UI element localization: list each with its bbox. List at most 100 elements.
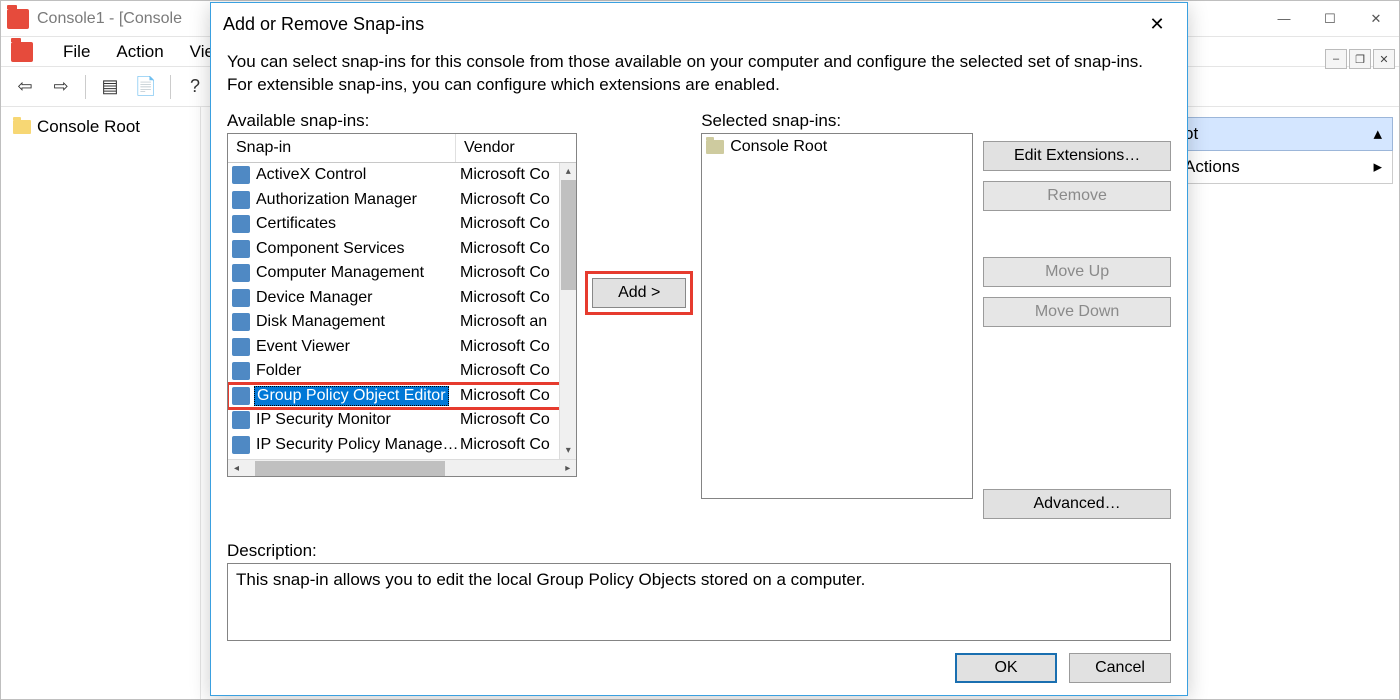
scroll-up-icon[interactable]: ▴ (560, 163, 576, 180)
advanced-button[interactable]: Advanced… (983, 489, 1171, 519)
description-box: This snap-in allows you to edit the loca… (227, 563, 1171, 641)
snapin-name: Certificates (254, 215, 338, 233)
column-snapin[interactable]: Snap-in (228, 134, 456, 162)
menu-action[interactable]: Action (116, 42, 163, 62)
snapin-icon (232, 362, 250, 380)
back-button[interactable]: ⇦ (11, 73, 39, 101)
snapin-row[interactable]: Device ManagerMicrosoft Co (228, 286, 576, 311)
scroll-left-icon[interactable]: ◂ (228, 460, 245, 476)
folder-icon (13, 120, 31, 134)
column-vendor[interactable]: Vendor (456, 134, 576, 162)
scroll-down-icon[interactable]: ▾ (560, 442, 576, 459)
add-button[interactable]: Add > (592, 278, 686, 308)
snapin-row[interactable]: Computer ManagementMicrosoft Co (228, 261, 576, 286)
snapin-row[interactable]: Authorization ManagerMicrosoft Co (228, 188, 576, 213)
mmc-app-icon (7, 9, 29, 29)
description-label: Description: (227, 541, 1171, 561)
parent-title: Console1 - [Console (37, 10, 182, 28)
snapin-name: Event Viewer (254, 338, 352, 356)
help-button[interactable]: ? (181, 73, 209, 101)
snapin-name: Computer Management (254, 264, 426, 282)
snapin-name: Component Services (254, 240, 407, 258)
snapin-icon (232, 264, 250, 282)
scroll-thumb[interactable] (561, 180, 576, 290)
cancel-button[interactable]: Cancel (1069, 653, 1171, 683)
snapin-icon (232, 215, 250, 233)
toolbar-separator (170, 75, 171, 99)
mdi-minimize-button[interactable]: – (1325, 49, 1347, 69)
snapin-row[interactable]: IP Security Policy Manage…Microsoft Co (228, 433, 576, 458)
mdi-window-buttons: – ❐ ✕ (1325, 49, 1395, 69)
move-up-button[interactable]: Move Up (983, 257, 1171, 287)
parent-window-buttons: — ☐ ✕ (1261, 1, 1399, 37)
chevron-right-icon: ▸ (1373, 157, 1382, 177)
snapin-name: Disk Management (254, 313, 387, 331)
available-snapins-label: Available snap-ins: (227, 111, 577, 131)
selected-item[interactable]: Console Root (706, 138, 968, 156)
collapse-icon[interactable]: ▴ (1373, 124, 1382, 144)
snapin-row[interactable]: Event ViewerMicrosoft Co (228, 335, 576, 360)
snapin-row[interactable]: ActiveX ControlMicrosoft Co (228, 163, 576, 188)
actions-more-row[interactable]: Actions ▸ (1173, 151, 1393, 184)
scroll-thumb[interactable] (255, 461, 445, 476)
snapin-name: Group Policy Object Editor (254, 386, 449, 406)
dialog-close-button[interactable]: ✕ (1139, 6, 1175, 42)
tree-root-label: Console Root (37, 117, 140, 137)
scroll-right-icon[interactable]: ▸ (559, 460, 576, 476)
snapin-name: IP Security Monitor (254, 411, 393, 429)
ok-button[interactable]: OK (955, 653, 1057, 683)
dialog-intro-text: You can select snap-ins for this console… (227, 51, 1147, 97)
description-text: This snap-in allows you to edit the loca… (236, 570, 865, 589)
add-remove-snapins-dialog: Add or Remove Snap-ins ✕ You can select … (210, 2, 1188, 696)
menu-file[interactable]: File (63, 42, 90, 62)
list-header: Snap-in Vendor (228, 134, 576, 163)
snapin-row[interactable]: IP Security MonitorMicrosoft Co (228, 408, 576, 433)
snapin-row[interactable]: FolderMicrosoft Co (228, 359, 576, 384)
actions-more-label: Actions (1184, 157, 1240, 177)
snapin-name: Device Manager (254, 289, 375, 307)
horizontal-scrollbar[interactable]: ◂ ▸ (228, 459, 576, 476)
available-snapins-list[interactable]: Snap-in Vendor ActiveX ControlMicrosoft … (227, 133, 577, 477)
mdi-close-button[interactable]: ✕ (1373, 49, 1395, 69)
remove-button[interactable]: Remove (983, 181, 1171, 211)
close-button[interactable]: ✕ (1353, 1, 1399, 37)
snapin-row[interactable]: CertificatesMicrosoft Co (228, 212, 576, 237)
mmc-doc-icon (11, 42, 33, 62)
dialog-title: Add or Remove Snap-ins (223, 14, 424, 35)
snapin-icon (232, 166, 250, 184)
snapin-icon (232, 313, 250, 331)
snapin-row[interactable]: Component ServicesMicrosoft Co (228, 237, 576, 262)
snapin-name: IP Security Policy Manage… (254, 436, 460, 454)
snapin-icon (232, 240, 250, 258)
snapin-icon (232, 387, 250, 405)
snapin-row[interactable]: Disk ManagementMicrosoft an (228, 310, 576, 335)
export-list-button[interactable]: 📄 (132, 73, 160, 101)
snapin-icon (232, 289, 250, 307)
add-button-highlight: Add > (585, 271, 693, 315)
toolbar-separator (85, 75, 86, 99)
dialog-titlebar[interactable]: Add or Remove Snap-ins ✕ (211, 3, 1187, 45)
snapin-icon (232, 411, 250, 429)
actions-pane-header[interactable]: ot ▴ (1173, 117, 1393, 151)
vertical-scrollbar[interactable]: ▴ ▾ (559, 163, 576, 459)
edit-extensions-button[interactable]: Edit Extensions… (983, 141, 1171, 171)
snapin-name: Authorization Manager (254, 191, 419, 209)
snapin-icon (232, 191, 250, 209)
move-down-button[interactable]: Move Down (983, 297, 1171, 327)
dialog-footer: OK Cancel (211, 653, 1187, 695)
selected-snapins-label: Selected snap-ins: (701, 111, 973, 131)
maximize-button[interactable]: ☐ (1307, 1, 1353, 37)
snapin-name: ActiveX Control (254, 166, 368, 184)
snapin-row-selected[interactable]: Group Policy Object EditorMicrosoft Co (228, 384, 576, 409)
snapin-icon (232, 436, 250, 454)
mdi-restore-button[interactable]: ❐ (1349, 49, 1371, 69)
actions-pane: ot ▴ Actions ▸ (1173, 117, 1393, 184)
selected-snapins-list[interactable]: Console Root (701, 133, 973, 499)
console-tree[interactable]: Console Root (1, 107, 201, 699)
minimize-button[interactable]: — (1261, 1, 1307, 37)
snapin-icon (232, 338, 250, 356)
tree-console-root[interactable]: Console Root (7, 113, 194, 141)
show-hide-tree-button[interactable]: ▤ (96, 73, 124, 101)
folder-icon (706, 140, 724, 154)
forward-button[interactable]: ⇨ (47, 73, 75, 101)
